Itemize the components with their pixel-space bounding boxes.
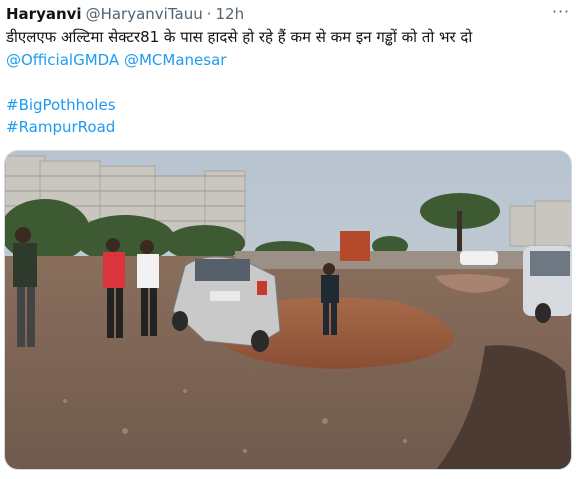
pothole-road-photo	[5, 151, 571, 469]
hashtag-link-bigpothholes[interactable]: #BigPothholes	[6, 96, 116, 114]
tweet-header: Haryanvi @HaryanviTauu · 12h	[6, 3, 568, 25]
tweet-text-line: डीएलएफ अल्टिमा सेक्टर81 के पास हादसे हो …	[6, 28, 473, 46]
separator-dot: ·	[206, 5, 212, 23]
author-name[interactable]: Haryanvi	[6, 5, 82, 23]
tweet-timestamp[interactable]: 12h	[216, 5, 245, 23]
more-horizontal-icon: ···	[551, 1, 571, 21]
more-options-button[interactable]: ···	[548, 0, 574, 22]
hashtag-link-rampurroad[interactable]: #RampurRoad	[6, 118, 115, 136]
mention-link-mcmanesar[interactable]: @MCManesar	[124, 51, 226, 69]
mention-link-gmda[interactable]: @OfficialGMDA	[6, 51, 119, 69]
author-handle[interactable]: @HaryanviTauu	[86, 5, 203, 23]
tweet-media-photo[interactable]	[4, 150, 572, 470]
tweet-text: डीएलएफ अल्टिमा सेक्टर81 के पास हादसे हो …	[6, 26, 566, 139]
